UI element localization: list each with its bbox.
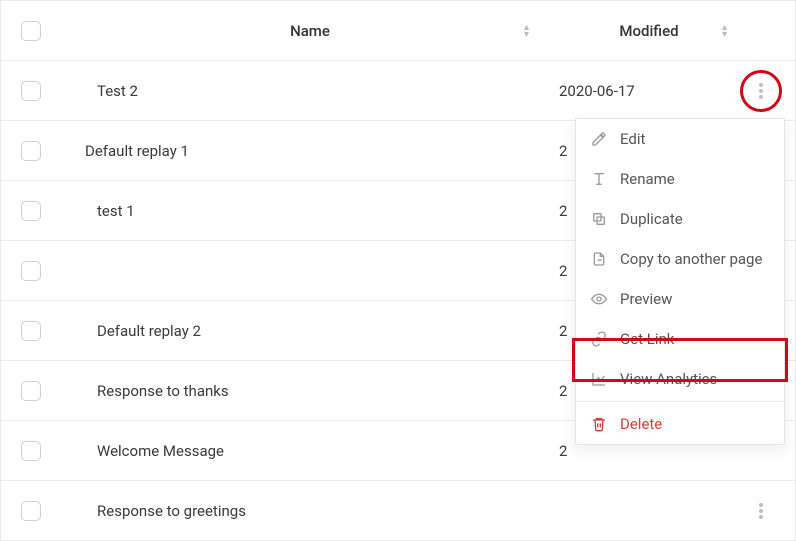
menu-edit-label: Edit — [620, 130, 645, 148]
row-checkbox[interactable] — [21, 141, 41, 161]
sort-icon: ▴▾ — [524, 24, 529, 38]
row-modified: 2 — [559, 322, 567, 340]
row-name: Test 2 — [97, 82, 138, 100]
page-copy-icon — [590, 250, 608, 268]
row-checkbox[interactable] — [21, 381, 41, 401]
menu-divider — [576, 401, 784, 402]
menu-copy-page[interactable]: Copy to another page — [576, 239, 784, 279]
sort-icon: ▴▾ — [722, 24, 727, 38]
row-name: Response to greetings — [97, 502, 246, 520]
menu-preview-label: Preview — [620, 290, 672, 308]
link-icon — [590, 330, 608, 348]
menu-get-link-label: Get Link — [620, 330, 674, 348]
menu-copy-page-label: Copy to another page — [620, 250, 762, 268]
pencil-icon — [590, 130, 608, 148]
table-header-row: Name ▴▾ Modified ▴▾ — [1, 1, 795, 61]
row-modified: 2 — [559, 382, 567, 400]
eye-icon — [590, 290, 608, 308]
menu-duplicate-label: Duplicate — [620, 210, 683, 228]
row-modified: 2 — [559, 442, 567, 460]
row-actions-button[interactable] — [749, 499, 773, 523]
menu-get-link[interactable]: Get Link — [576, 319, 784, 359]
copy-icon — [590, 210, 608, 228]
row-name: Welcome Message — [97, 442, 224, 460]
trash-icon — [590, 415, 608, 433]
select-all-checkbox[interactable] — [21, 21, 41, 41]
menu-delete[interactable]: Delete — [576, 404, 784, 444]
row-name: Default replay 1 — [65, 142, 189, 160]
row-modified: 2 — [559, 142, 567, 160]
menu-delete-label: Delete — [620, 415, 662, 433]
menu-analytics-label: View Analytics — [620, 370, 717, 388]
row-checkbox[interactable] — [21, 201, 41, 221]
menu-edit[interactable]: Edit — [576, 119, 784, 159]
chart-icon — [590, 370, 608, 388]
header-name[interactable]: Name ▴▾ — [61, 22, 559, 40]
menu-analytics[interactable]: View Analytics — [576, 359, 784, 399]
row-checkbox[interactable] — [21, 501, 41, 521]
row-checkbox[interactable] — [21, 81, 41, 101]
row-modified: 2 — [559, 202, 567, 220]
row-actions-button[interactable] — [749, 79, 773, 103]
menu-preview[interactable]: Preview — [576, 279, 784, 319]
text-icon — [590, 170, 608, 188]
table-row: Response to greetings — [1, 481, 795, 541]
header-checkbox-cell — [1, 21, 61, 41]
kebab-highlight — [740, 70, 782, 112]
header-modified-label: Modified — [619, 22, 678, 40]
row-checkbox[interactable] — [21, 261, 41, 281]
header-modified[interactable]: Modified ▴▾ — [559, 22, 739, 40]
menu-duplicate[interactable]: Duplicate — [576, 199, 784, 239]
menu-rename[interactable]: Rename — [576, 159, 784, 199]
row-name: test 1 — [97, 202, 135, 220]
header-name-label: Name — [290, 22, 330, 40]
menu-rename-label: Rename — [620, 170, 675, 188]
row-context-menu: Edit Rename Duplicate Copy to another pa… — [575, 118, 785, 445]
row-modified: 2 — [559, 262, 567, 280]
row-checkbox[interactable] — [21, 321, 41, 341]
row-modified: 2020-06-17 — [559, 82, 635, 100]
table-row: Test 2 2020-06-17 — [1, 61, 795, 121]
row-checkbox[interactable] — [21, 441, 41, 461]
row-name: Response to thanks — [97, 382, 229, 400]
row-name: Default replay 2 — [97, 322, 201, 340]
